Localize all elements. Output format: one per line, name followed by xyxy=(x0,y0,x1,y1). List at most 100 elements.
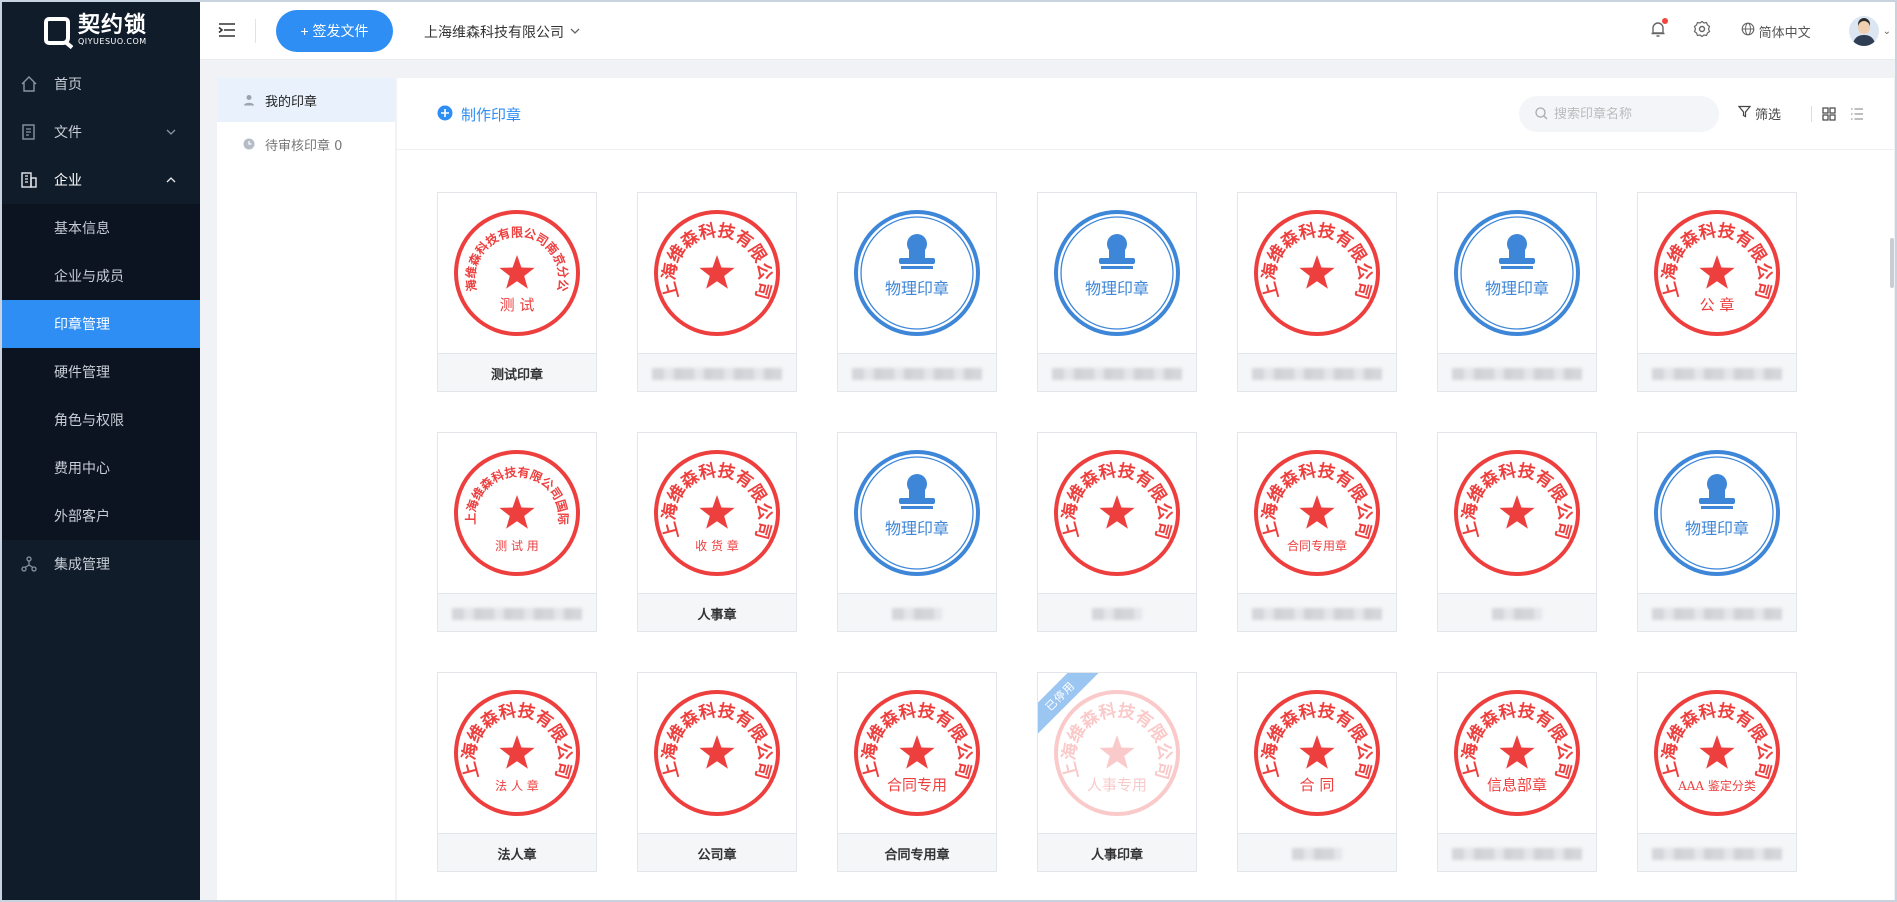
seal-name xyxy=(638,353,796,391)
physical-seal-icon: 物理印章 xyxy=(1654,450,1780,576)
seal-card[interactable]: 上海维森科技有限公司国际测 试 用 xyxy=(437,432,597,632)
company-seal-icon: 上海维森科技有限公司收 货 章 xyxy=(654,450,780,576)
seal-center-text: 物理印章 xyxy=(1085,279,1149,298)
sidebar-item-label: 首页 xyxy=(54,77,82,93)
seal-card[interactable]: 上海维森科技有限公司 人事专用 人事印章 已停用 xyxy=(1037,672,1197,872)
company-seal-icon: 上海维森科技有限公司人事专用 xyxy=(1054,690,1180,816)
seal-image: 物理印章 xyxy=(1038,193,1196,353)
seal-card[interactable]: 上海维森科技有限公司收 货 章人事章 xyxy=(637,432,797,632)
seal-center-text: 合 同 xyxy=(1300,776,1335,794)
seal-image: 物理印章 xyxy=(838,193,996,353)
seal-card[interactable]: 上海维森科技有限公司 公司章 xyxy=(637,672,797,872)
seal-name: 合同专用章 xyxy=(838,833,996,871)
notification-dot xyxy=(1661,18,1668,24)
seal-card[interactable]: 物理印章 xyxy=(837,432,997,632)
sidebar-item-roles[interactable]: 角色与权限 xyxy=(2,396,200,444)
seal-card[interactable]: 物理印章 xyxy=(1437,192,1597,392)
company-seal-icon: 上海维森科技有限公司合 同 xyxy=(1254,690,1380,816)
company-seal-icon: 上海维森科技有限公司合同专用章 xyxy=(1254,450,1380,576)
seal-image: 上海维森科技有限公司 AAA 鉴定分类 xyxy=(1638,673,1796,833)
redacted-seal-name xyxy=(1092,607,1142,620)
company-seal-icon: 上海维森科技有限公司 xyxy=(1054,450,1180,576)
language-switcher[interactable]: 简体中文 xyxy=(1741,22,1811,41)
redacted-seal-name xyxy=(1452,367,1582,380)
sidebar-item-home[interactable]: 首页 xyxy=(2,60,200,108)
tab-pending-seals[interactable]: 待审核印章 0 xyxy=(217,122,395,166)
seal-center-text: 公 章 xyxy=(1700,296,1735,314)
sidebar-item-basic-info[interactable]: 基本信息 xyxy=(2,204,200,252)
notification-bell-icon[interactable] xyxy=(1649,18,1668,42)
seal-center-text: 测 试 xyxy=(500,296,535,314)
seal-image: 物理印章 xyxy=(1438,193,1596,353)
send-document-button[interactable]: + 签发文件 xyxy=(276,10,393,52)
sidebar-item-integration[interactable]: 集成管理 xyxy=(2,540,200,588)
seal-center-text: 物理印章 xyxy=(1685,519,1749,538)
company-switcher[interactable]: 上海维森科技有限公司 xyxy=(424,22,580,42)
seal-center-text: 物理印章 xyxy=(885,279,949,298)
logo-text: 契约锁 QIYUESUO.COM xyxy=(78,15,147,47)
menu-toggle-icon[interactable] xyxy=(218,22,236,42)
seal-card[interactable]: 上海维森科技有限公司南京分公司测 试测试印章 xyxy=(437,192,597,392)
scrollbar[interactable] xyxy=(1890,238,1894,288)
tab-my-seals[interactable]: 我的印章 xyxy=(217,78,395,122)
make-seal-button[interactable]: 制作印章 xyxy=(437,104,521,125)
search-box xyxy=(1519,96,1719,132)
sidebar-item-members[interactable]: 企业与成员 xyxy=(2,252,200,300)
list-view-icon[interactable] xyxy=(1850,106,1864,125)
seal-card[interactable]: 上海维森科技有限公司 xyxy=(1237,192,1397,392)
sidebar-item-files[interactable]: 文件 xyxy=(2,108,200,156)
redacted-seal-name xyxy=(1652,367,1782,380)
seal-name xyxy=(1238,833,1396,871)
seal-card[interactable]: 物理印章 xyxy=(837,192,997,392)
seal-name xyxy=(1038,353,1196,391)
seal-name xyxy=(838,593,996,631)
seal-card[interactable]: 上海维森科技有限公司 合同专用 合同专用章 xyxy=(837,672,997,872)
gear-icon[interactable] xyxy=(1693,20,1711,42)
filter-label: 筛选 xyxy=(1755,108,1782,123)
seal-card[interactable]: 物理印章 xyxy=(1037,192,1197,392)
redacted-seal-name xyxy=(1052,367,1182,380)
seal-image: 上海维森科技有限公司收 货 章 xyxy=(638,433,796,593)
tab-label: 待审核印章 0 xyxy=(265,138,343,154)
logo[interactable]: 契约锁 QIYUESUO.COM xyxy=(2,2,200,60)
seal-image: 上海维森科技有限公司 xyxy=(1438,433,1596,593)
seal-name-text: 合同专用章 xyxy=(884,848,950,863)
seal-name: 公司章 xyxy=(638,833,796,871)
seal-name xyxy=(1238,593,1396,631)
seal-card[interactable]: 上海维森科技有限公司 xyxy=(1437,432,1597,632)
avatar[interactable] xyxy=(1848,16,1879,46)
building-icon xyxy=(20,171,38,189)
seal-card[interactable]: 物理印章 xyxy=(1637,432,1797,632)
sidebar-item-enterprise[interactable]: 企业 xyxy=(2,156,200,204)
make-seal-label: 制作印章 xyxy=(461,106,522,124)
seal-name-text: 人事章 xyxy=(697,608,737,623)
seal-card[interactable]: 上海维森科技有限公司合 同 xyxy=(1237,672,1397,872)
sidebar: 契约锁 QIYUESUO.COM 首页 文件 企业 基本信息 企业与成员 印章管… xyxy=(2,2,200,900)
grid-view-icon[interactable] xyxy=(1822,106,1836,125)
seal-card[interactable]: 上海维森科技有限公司公 章 xyxy=(1637,192,1797,392)
seal-card[interactable]: 上海维森科技有限公司 xyxy=(1037,432,1197,632)
seal-name xyxy=(838,353,996,391)
seal-image: 上海维森科技有限公司 xyxy=(1238,193,1396,353)
chevron-down-icon[interactable]: ⌄ xyxy=(1883,26,1891,37)
seal-card[interactable]: 上海维森科技有限公司法 人 章法人章 xyxy=(437,672,597,872)
seal-image: 上海维森科技有限公司南京分公司测 试 xyxy=(438,193,596,353)
seal-image: 物理印章 xyxy=(1638,433,1796,593)
seal-card[interactable]: 上海维森科技有限公司 合同专用章 xyxy=(1237,432,1397,632)
seal-name xyxy=(1638,353,1796,391)
seal-center-text: 测 试 用 xyxy=(495,538,539,553)
seal-card[interactable]: 上海维森科技有限公司 AAA 鉴定分类 xyxy=(1637,672,1797,872)
seal-image: 上海维森科技有限公司合 同 xyxy=(1238,673,1396,833)
sidebar-item-external-clients[interactable]: 外部客户 xyxy=(2,492,200,540)
search-input[interactable] xyxy=(1554,106,1704,122)
seal-card[interactable]: 上海维森科技有限公司 xyxy=(637,192,797,392)
sidebar-item-seal-management[interactable]: 印章管理 xyxy=(2,300,200,348)
sidebar-item-hardware[interactable]: 硬件管理 xyxy=(2,348,200,396)
sidebar-item-billing[interactable]: 费用中心 xyxy=(2,444,200,492)
chevron-up-icon xyxy=(166,173,176,189)
seal-card[interactable]: 上海维森科技有限公司 信息部章 xyxy=(1437,672,1597,872)
company-seal-icon: 上海维森科技有限公司 xyxy=(654,210,780,336)
seal-name xyxy=(1438,593,1596,631)
seal-center-text: 法 人 章 xyxy=(495,778,539,793)
filter-button[interactable]: 筛选 xyxy=(1737,104,1782,123)
